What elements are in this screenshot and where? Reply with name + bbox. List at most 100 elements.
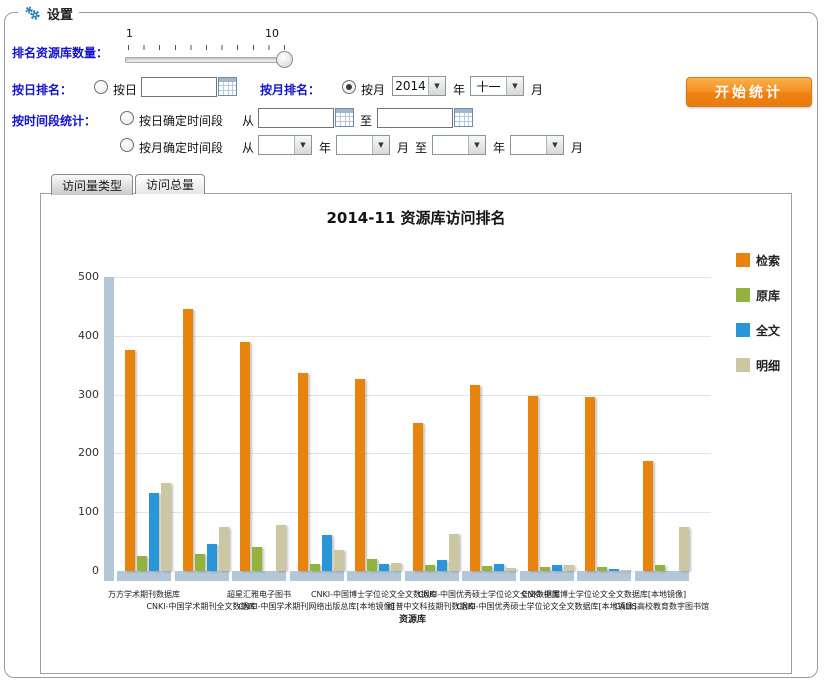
resource-count-slider[interactable] <box>125 57 287 63</box>
period-day-radio[interactable] <box>120 111 134 125</box>
bar-明细 <box>621 570 631 571</box>
month-rank-label: 按月排名： <box>260 81 320 98</box>
bar-原库 <box>195 554 205 571</box>
year-unit-label: 年 <box>453 81 465 98</box>
bar-原库 <box>367 559 377 571</box>
year-select[interactable]: 2014 ▼ <box>392 76 446 96</box>
y-axis <box>104 277 114 581</box>
period-month-radio[interactable] <box>120 138 134 152</box>
gridline <box>114 395 711 396</box>
legend-swatch-原库 <box>736 288 750 302</box>
tab-visit-type[interactable]: 访问量类型 <box>51 174 133 195</box>
period-to-date-input[interactable] <box>377 108 453 128</box>
bar-全文 <box>437 560 447 571</box>
to-month-value <box>511 136 546 154</box>
legend-swatch-全文 <box>736 323 750 337</box>
month-unit-label: 月 <box>531 81 543 98</box>
bar-全文 <box>552 565 562 571</box>
bar-明细 <box>276 525 286 571</box>
bar-全文 <box>609 569 619 571</box>
gear-icon <box>24 6 42 21</box>
legend-label: 全文 <box>756 322 780 339</box>
month-select[interactable]: 十一 ▼ <box>470 76 524 96</box>
bar-全文 <box>322 535 332 571</box>
bar-检索 <box>298 373 308 571</box>
from-year-value <box>259 136 294 154</box>
x-axis-platform <box>462 571 516 581</box>
tab-visit-total[interactable]: 访问总量 <box>135 174 205 194</box>
bar-检索 <box>125 350 135 571</box>
bar-检索 <box>528 396 538 571</box>
to-calendar-icon[interactable] <box>454 108 473 127</box>
start-statistics-button[interactable]: 开始统计 <box>686 77 812 107</box>
x-axis-platform <box>117 571 171 581</box>
year-select-value: 2014 <box>393 77 428 95</box>
settings-title: 设置 <box>47 4 73 23</box>
chevron-down-icon[interactable]: ▼ <box>428 77 445 95</box>
y-tick-label: 500 <box>49 270 99 283</box>
bar-检索 <box>240 342 250 571</box>
month-unit-label-2: 月 <box>397 139 409 156</box>
x-tick-label: CALIS高校教育数字图书馆 <box>572 601 752 612</box>
bar-全文 <box>207 544 217 571</box>
bar-明细 <box>564 565 574 571</box>
from-calendar-icon[interactable] <box>335 108 354 127</box>
bar-检索 <box>470 385 480 571</box>
x-axis-platform <box>290 571 344 581</box>
bar-全文 <box>494 564 504 571</box>
gridline <box>114 336 711 337</box>
year-unit-label-2: 年 <box>319 139 331 156</box>
bar-明细 <box>391 563 401 571</box>
day-rank-radio[interactable] <box>94 80 108 94</box>
to-label: 至 <box>360 112 372 129</box>
day-calendar-icon[interactable] <box>218 77 237 96</box>
bar-明细 <box>679 527 689 571</box>
slider-thumb[interactable] <box>276 51 293 68</box>
chevron-down-icon[interactable]: ▼ <box>372 136 389 154</box>
chevron-down-icon[interactable]: ▼ <box>506 77 523 95</box>
bar-检索 <box>585 397 595 571</box>
bar-原库 <box>425 565 435 571</box>
app-window: 设置 排名资源库数量： 1 10 按日排名： 按日 按月排名： 按月 2014 … <box>0 0 825 685</box>
chevron-down-icon[interactable]: ▼ <box>294 136 311 154</box>
from-year-select[interactable]: ▼ <box>258 135 312 155</box>
y-tick-label: 0 <box>49 564 99 577</box>
bar-明细 <box>219 527 229 571</box>
bar-明细 <box>334 550 344 571</box>
period-label: 按时间段统计： <box>12 112 96 129</box>
from-label-2: 从 <box>242 139 254 156</box>
chevron-down-icon[interactable]: ▼ <box>468 136 485 154</box>
month-rank-radio[interactable] <box>342 80 356 94</box>
slider-min-label: 1 <box>126 27 133 40</box>
legend-swatch-检索 <box>736 253 750 267</box>
legend-label: 明细 <box>756 357 780 374</box>
bar-原库 <box>252 547 262 571</box>
bar-全文 <box>379 564 389 571</box>
from-month-value <box>337 136 372 154</box>
x-axis-title: 资源库 <box>114 612 711 625</box>
bar-全文 <box>149 493 159 571</box>
to-year-value <box>433 136 468 154</box>
bar-检索 <box>643 461 653 571</box>
x-axis-platform <box>577 571 631 581</box>
to-month-select[interactable]: ▼ <box>510 135 564 155</box>
day-date-input[interactable] <box>141 77 217 97</box>
bar-原库 <box>310 564 320 571</box>
slider-max-label: 10 <box>265 27 279 40</box>
chart-panel: 2014-11 资源库访问排名 资源库 0100200300400500万方学术… <box>40 193 792 674</box>
bar-原库 <box>540 567 550 571</box>
chevron-down-icon[interactable]: ▼ <box>546 136 563 154</box>
day-rank-option-label: 按日 <box>113 81 137 98</box>
x-axis-platform <box>405 571 459 581</box>
slider-tickmarks <box>128 45 285 50</box>
bar-原库 <box>137 556 147 571</box>
chart-title: 2014-11 资源库访问排名 <box>41 207 791 228</box>
period-month-option-label: 按月确定时间段 <box>139 139 223 156</box>
month-unit-label-3: 月 <box>571 139 583 156</box>
bar-原库 <box>597 567 607 571</box>
bar-检索 <box>183 309 193 571</box>
period-from-date-input[interactable] <box>258 108 334 128</box>
to-year-select[interactable]: ▼ <box>432 135 486 155</box>
from-month-select[interactable]: ▼ <box>336 135 390 155</box>
x-axis-platform <box>520 571 574 581</box>
